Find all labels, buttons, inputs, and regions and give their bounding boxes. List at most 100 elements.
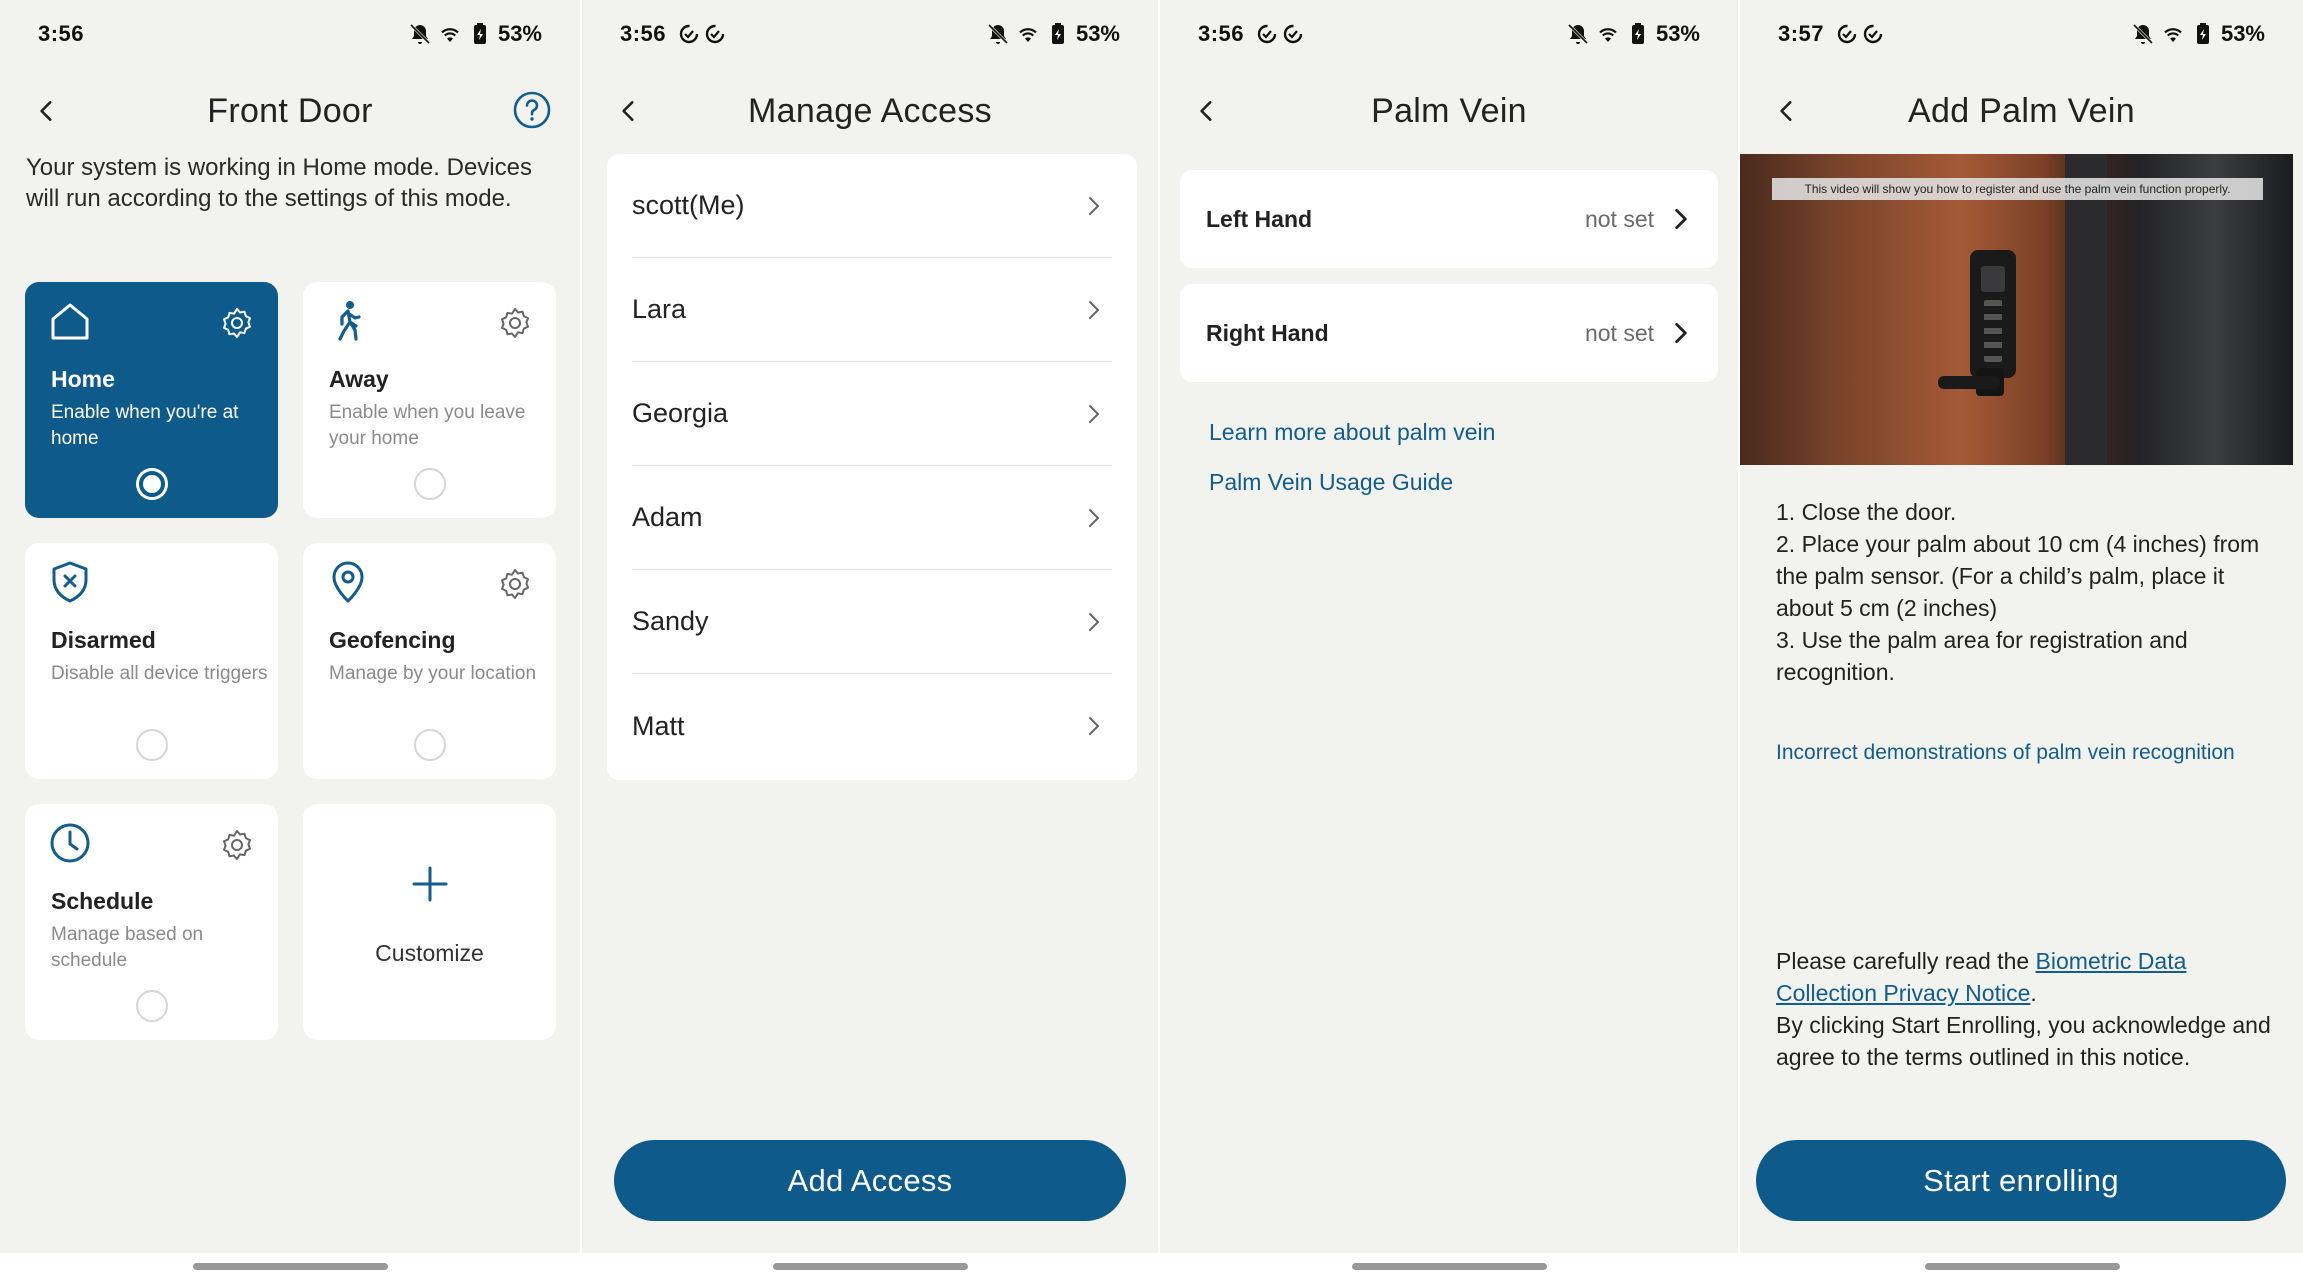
mode-card-disarmed[interactable]: Disarmed Disable all device triggers <box>25 543 278 779</box>
right-hand-row[interactable]: Right Hand not set <box>1180 284 1718 382</box>
access-user-item[interactable]: Georgia <box>632 362 1112 466</box>
access-user-item[interactable]: Lara <box>632 258 1112 362</box>
sync-check-icon <box>1837 24 1857 44</box>
wifi-icon <box>441 28 459 42</box>
chevron-right-icon <box>1089 508 1099 527</box>
hand-status: not set <box>1584 205 1654 232</box>
learn-more-link[interactable]: Learn more about palm vein <box>1209 419 1495 446</box>
notice-suffix: . <box>2030 980 2037 1006</box>
wifi-icon <box>1599 28 1617 42</box>
header: Front Door <box>0 80 580 142</box>
page-title: Manage Access <box>748 91 992 130</box>
status-time: 3:56 <box>38 21 85 46</box>
home-indicator[interactable] <box>193 1263 388 1270</box>
status-bar: 3:56 53% <box>0 0 580 68</box>
video-door-handle <box>1938 376 2000 389</box>
add-access-button[interactable]: Add Access <box>614 1140 1126 1221</box>
mode-radio[interactable] <box>135 729 168 761</box>
gear-icon[interactable] <box>220 306 254 340</box>
access-user-item[interactable]: Sandy <box>632 570 1112 674</box>
mode-radio[interactable] <box>413 729 446 761</box>
mode-subtitle: Enable when you leave your home <box>329 402 526 449</box>
access-user-item[interactable]: Adam <box>632 466 1112 570</box>
mode-subtitle: Manage based on schedule <box>51 924 204 971</box>
mode-radio[interactable] <box>413 468 446 500</box>
home-icon <box>51 303 89 340</box>
left-hand-row[interactable]: Left Hand not set <box>1180 170 1718 268</box>
home-indicator[interactable] <box>1352 1263 1547 1270</box>
shield-x-icon <box>52 561 88 603</box>
mode-radio[interactable] <box>135 990 168 1022</box>
home-indicator[interactable] <box>1924 1263 2120 1270</box>
nav-footer <box>1740 1253 2303 1280</box>
mode-card-away[interactable]: Away Enable when you leave your home <box>303 282 556 518</box>
screens-container: 3:56 53% Front Door Your system is worki… <box>0 0 2303 1280</box>
status-bar: 3:56 53% <box>582 0 1158 68</box>
back-button[interactable] <box>610 92 648 130</box>
customize-label: Customize <box>375 940 484 966</box>
chevron-right-icon <box>1089 717 1099 735</box>
mode-card-geofencing[interactable]: Geofencing Manage by your location <box>303 543 556 779</box>
status-bar: 3:56 53% <box>1160 0 1738 68</box>
sync-check-icon <box>1257 24 1277 44</box>
access-user-item[interactable]: scott(Me) <box>632 154 1112 258</box>
hand-label: Left Hand <box>1206 205 1313 232</box>
mode-radio-selected[interactable] <box>135 468 168 500</box>
battery-icon <box>1051 23 1064 44</box>
video-lock-sensor <box>1981 266 2005 292</box>
home-indicator[interactable] <box>773 1263 968 1270</box>
user-name: Georgia <box>632 398 729 428</box>
video-lock-keypad <box>1984 300 2002 362</box>
chevron-left-icon <box>622 101 634 121</box>
user-name: Lara <box>632 294 687 324</box>
video-door-frame <box>2065 154 2107 465</box>
mode-subtitle: Enable when you're at home <box>51 402 239 449</box>
chevron-left-icon <box>40 101 52 121</box>
back-button[interactable] <box>1188 92 1226 130</box>
customize-card[interactable]: Customize <box>303 804 556 1040</box>
mode-name: Home <box>51 366 115 392</box>
user-name: Adam <box>632 502 703 532</box>
battery-percent: 53% <box>1075 21 1120 46</box>
instruction-step: 2. Place your palm about 10 cm (4 inches… <box>1776 531 2260 621</box>
access-user-item[interactable]: Matt <box>632 674 1112 778</box>
mode-card-home[interactable]: Home Enable when you're at home <box>25 282 278 518</box>
privacy-notice: Please carefully read the Biometric Data… <box>1776 945 2286 1073</box>
plus-icon <box>412 866 447 902</box>
enroll-instructions: 1. Close the door. 2. Place your palm ab… <box>1776 496 2276 688</box>
notice-body: By clicking Start Enrolling, you acknowl… <box>1776 1012 2271 1070</box>
notifications-off-icon <box>1567 23 1589 45</box>
header: Manage Access <box>582 80 1158 142</box>
start-enrolling-button[interactable]: Start enrolling <box>1756 1140 2286 1221</box>
mode-name: Disarmed <box>51 627 156 653</box>
header: Add Palm Vein <box>1740 80 2303 142</box>
status-time: 3:56 <box>620 21 667 46</box>
mode-card-schedule[interactable]: Schedule Manage based on schedule <box>25 804 278 1040</box>
sync-icons <box>678 23 726 45</box>
clock-icon <box>50 823 90 863</box>
sync-check-icon <box>1863 24 1883 44</box>
back-button[interactable] <box>28 92 66 130</box>
battery-percent: 53% <box>2220 21 2265 46</box>
video-caption: This video will show you how to register… <box>1772 178 2263 200</box>
notifications-off-icon <box>409 23 431 45</box>
help-circle-icon[interactable] <box>510 88 554 132</box>
sync-icons <box>1836 23 1884 45</box>
gear-icon[interactable] <box>220 828 254 862</box>
notice-prefix: Please carefully read the <box>1776 948 2036 974</box>
hand-status: not set <box>1584 319 1654 346</box>
palm-vein-screen: 3:56 53% Palm Vein Left Hand not set Rig… <box>1160 0 1738 1280</box>
gear-icon[interactable] <box>498 306 532 340</box>
tutorial-video[interactable]: This video will show you how to register… <box>1740 154 2293 465</box>
incorrect-demo-link[interactable]: Incorrect demonstrations of palm vein re… <box>1776 738 2256 767</box>
gear-icon[interactable] <box>498 567 532 601</box>
chevron-right-icon <box>1089 300 1099 319</box>
back-button[interactable] <box>1768 92 1806 130</box>
chevron-right-icon <box>1089 612 1099 631</box>
usage-guide-link[interactable]: Palm Vein Usage Guide <box>1209 469 1453 496</box>
nav-footer <box>0 1253 580 1280</box>
nav-footer <box>582 1253 1158 1280</box>
page-title: Add Palm Vein <box>1908 91 2135 130</box>
sync-check-icon <box>679 24 699 44</box>
page-title: Front Door <box>207 91 373 130</box>
